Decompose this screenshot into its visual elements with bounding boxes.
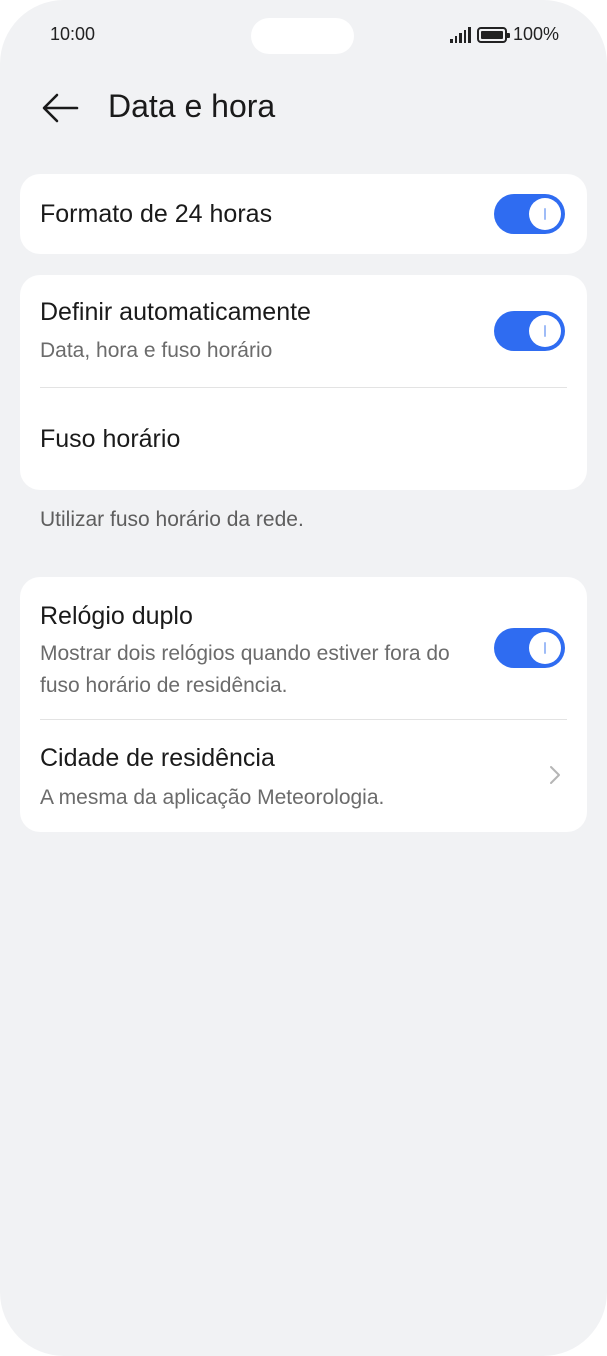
format-24h-toggle[interactable] bbox=[494, 194, 565, 234]
timezone-row[interactable]: Fuso horário bbox=[20, 388, 587, 490]
auto-time-label: Definir automaticamente bbox=[40, 298, 311, 326]
camera-cutout bbox=[251, 18, 354, 54]
status-time: 10:00 bbox=[50, 24, 96, 44]
page-title: Data e hora bbox=[108, 88, 276, 124]
auto-time-toggle[interactable] bbox=[494, 311, 565, 351]
status-indicators: 100% bbox=[450, 24, 559, 45]
auto-time-description: Data, hora e fuso horário bbox=[40, 339, 273, 362]
format-24h-row[interactable]: Formato de 24 horas bbox=[20, 174, 587, 254]
toggle-knob bbox=[529, 198, 561, 230]
dual-clock-card: Relógio duplo Mostrar dois relógios quan… bbox=[20, 577, 587, 832]
battery-icon bbox=[476, 26, 510, 43]
dual-clock-label: Relógio duplo bbox=[40, 602, 193, 630]
dual-clock-toggle[interactable] bbox=[494, 628, 565, 668]
timezone-label: Fuso horário bbox=[40, 425, 181, 453]
network-timezone-note: Utilizar fuso horário da rede. bbox=[40, 508, 304, 531]
toggle-knob bbox=[529, 315, 561, 347]
arrow-left-icon bbox=[42, 93, 79, 123]
dual-clock-row[interactable]: Relógio duplo Mostrar dois relógios quan… bbox=[20, 577, 587, 719]
auto-time-card: Definir automaticamente Data, hora e fus… bbox=[20, 275, 587, 490]
dual-clock-description: Mostrar dois relógios quando estiver for… bbox=[40, 642, 450, 697]
home-city-description: A mesma da aplicação Meteorologia. bbox=[40, 786, 385, 809]
status-bar: 10:00 100% bbox=[0, 0, 607, 70]
phone-screen: 10:00 100% Data e hora Formato de 24 hor… bbox=[0, 0, 607, 1356]
auto-time-row[interactable]: Definir automaticamente Data, hora e fus… bbox=[20, 275, 587, 387]
format-card: Formato de 24 horas bbox=[20, 174, 587, 254]
format-24h-label: Formato de 24 horas bbox=[40, 200, 273, 228]
back-button[interactable] bbox=[38, 86, 82, 130]
toggle-knob bbox=[529, 632, 561, 664]
signal-icon bbox=[450, 26, 471, 43]
chevron-right-icon bbox=[550, 766, 560, 784]
battery-percentage: 100% bbox=[512, 24, 559, 44]
home-city-row[interactable]: Cidade de residência A mesma da aplicaçã… bbox=[20, 720, 587, 832]
header: Data e hora bbox=[0, 80, 607, 136]
home-city-label: Cidade de residência bbox=[40, 744, 275, 772]
